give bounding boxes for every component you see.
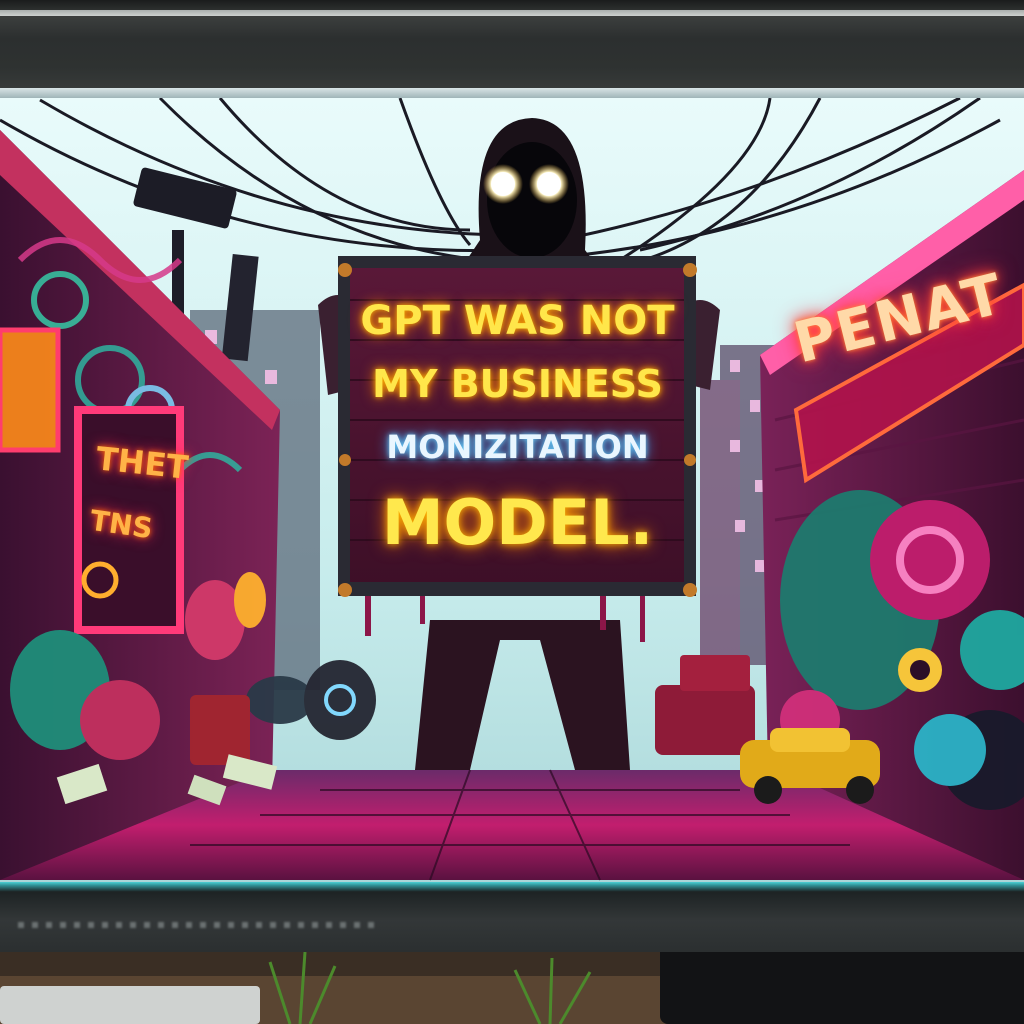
keyboard [0, 986, 260, 1024]
taskbar-blur [18, 922, 378, 928]
sign-line-2: MY BUSINESS [372, 362, 663, 406]
sign-line-3: MONIZITATION [386, 428, 649, 466]
sign-line-4: MODEL. [381, 486, 654, 559]
sign-line-1: GPT WAS NOT [360, 298, 675, 344]
monitor-screen-edge [0, 88, 1024, 98]
sign-message: GPT WAS NOT MY BUSINESS MONIZITATION MOD… [345, 280, 690, 580]
monitor-bezel-bottom [0, 882, 1024, 952]
desk-foreground [0, 952, 1024, 1024]
monitor-bezel-top [0, 0, 1024, 96]
second-monitor [660, 952, 1024, 1024]
